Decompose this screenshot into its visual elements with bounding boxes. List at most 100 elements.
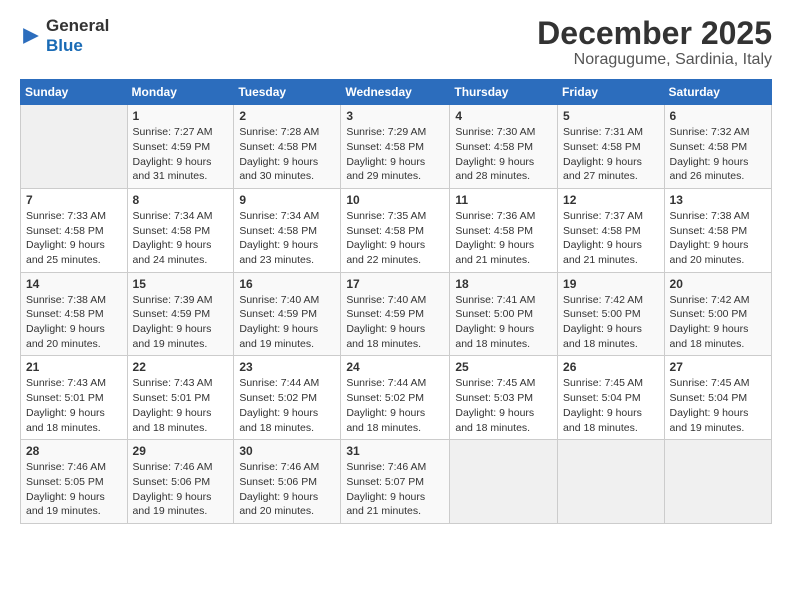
day-info: Sunrise: 7:43 AMSunset: 5:01 PMDaylight:…	[26, 376, 122, 435]
day-number: 22	[133, 360, 229, 374]
calendar-cell: 21 Sunrise: 7:43 AMSunset: 5:01 PMDayligh…	[21, 356, 128, 440]
day-number: 13	[670, 193, 766, 207]
day-number: 11	[455, 193, 552, 207]
day-info: Sunrise: 7:38 AMSunset: 4:58 PMDaylight:…	[26, 293, 122, 352]
day-number: 6	[670, 109, 766, 123]
day-number: 21	[26, 360, 122, 374]
logo: General Blue	[20, 16, 109, 55]
calendar-cell: 16 Sunrise: 7:40 AMSunset: 4:59 PMDayligh…	[234, 272, 341, 356]
day-number: 16	[239, 277, 335, 291]
day-info: Sunrise: 7:30 AMSunset: 4:58 PMDaylight:…	[455, 125, 552, 184]
day-number: 12	[563, 193, 659, 207]
day-info: Sunrise: 7:33 AMSunset: 4:58 PMDaylight:…	[26, 209, 122, 268]
calendar-cell: 7 Sunrise: 7:33 AMSunset: 4:58 PMDaylight…	[21, 188, 128, 272]
day-info: Sunrise: 7:29 AMSunset: 4:58 PMDaylight:…	[346, 125, 444, 184]
calendar-cell: 17 Sunrise: 7:40 AMSunset: 4:59 PMDayligh…	[341, 272, 450, 356]
day-info: Sunrise: 7:32 AMSunset: 4:58 PMDaylight:…	[670, 125, 766, 184]
calendar-cell	[664, 440, 771, 524]
day-number: 17	[346, 277, 444, 291]
day-info: Sunrise: 7:46 AMSunset: 5:05 PMDaylight:…	[26, 460, 122, 519]
weekday-header-sunday: Sunday	[21, 80, 128, 105]
day-info: Sunrise: 7:44 AMSunset: 5:02 PMDaylight:…	[239, 376, 335, 435]
calendar-cell	[450, 440, 558, 524]
calendar-table: SundayMondayTuesdayWednesdayThursdayFrid…	[20, 79, 772, 524]
calendar-week-row: 7 Sunrise: 7:33 AMSunset: 4:58 PMDaylight…	[21, 188, 772, 272]
day-number: 20	[670, 277, 766, 291]
calendar-cell: 14 Sunrise: 7:38 AMSunset: 4:58 PMDayligh…	[21, 272, 128, 356]
logo-general: General	[46, 16, 109, 36]
day-number: 2	[239, 109, 335, 123]
page: General Blue December 2025 Noragugume, S…	[0, 0, 792, 612]
calendar-cell: 8 Sunrise: 7:34 AMSunset: 4:58 PMDaylight…	[127, 188, 234, 272]
calendar-cell: 22Sunrise: 7:43 AMSunset: 5:01 PMDayligh…	[127, 356, 234, 440]
calendar-week-row: 1 Sunrise: 7:27 AMSunset: 4:59 PMDaylight…	[21, 105, 772, 189]
day-info: Sunrise: 7:40 AMSunset: 4:59 PMDaylight:…	[346, 293, 444, 352]
day-info: Sunrise: 7:46 AMSunset: 5:06 PMDaylight:…	[239, 460, 335, 519]
day-number: 4	[455, 109, 552, 123]
calendar-cell: 25 Sunrise: 7:45 AMSunset: 5:03 PMDayligh…	[450, 356, 558, 440]
calendar-week-row: 28Sunrise: 7:46 AMSunset: 5:05 PMDayligh…	[21, 440, 772, 524]
calendar-cell: 27 Sunrise: 7:45 AMSunset: 5:04 PMDayligh…	[664, 356, 771, 440]
day-number: 19	[563, 277, 659, 291]
day-number: 9	[239, 193, 335, 207]
day-info: Sunrise: 7:45 AMSunset: 5:04 PMDaylight:…	[670, 376, 766, 435]
day-info: Sunrise: 7:39 AMSunset: 4:59 PMDaylight:…	[133, 293, 229, 352]
day-info: Sunrise: 7:42 AMSunset: 5:00 PMDaylight:…	[670, 293, 766, 352]
calendar-cell: 9 Sunrise: 7:34 AMSunset: 4:58 PMDaylight…	[234, 188, 341, 272]
day-number: 14	[26, 277, 122, 291]
calendar-cell: 12 Sunrise: 7:37 AMSunset: 4:58 PMDayligh…	[558, 188, 665, 272]
day-info: Sunrise: 7:35 AMSunset: 4:58 PMDaylight:…	[346, 209, 444, 268]
weekday-header-wednesday: Wednesday	[341, 80, 450, 105]
calendar-cell: 23 Sunrise: 7:44 AMSunset: 5:02 PMDayligh…	[234, 356, 341, 440]
day-number: 8	[133, 193, 229, 207]
day-info: Sunrise: 7:34 AMSunset: 4:58 PMDaylight:…	[133, 209, 229, 268]
day-info: Sunrise: 7:45 AMSunset: 5:04 PMDaylight:…	[563, 376, 659, 435]
logo-text: General Blue	[46, 16, 109, 55]
weekday-header-tuesday: Tuesday	[234, 80, 341, 105]
calendar-cell	[21, 105, 128, 189]
day-info: Sunrise: 7:38 AMSunset: 4:58 PMDaylight:…	[670, 209, 766, 268]
calendar-cell: 5 Sunrise: 7:31 AMSunset: 4:58 PMDaylight…	[558, 105, 665, 189]
day-info: Sunrise: 7:45 AMSunset: 5:03 PMDaylight:…	[455, 376, 552, 435]
calendar-cell: 28Sunrise: 7:46 AMSunset: 5:05 PMDayligh…	[21, 440, 128, 524]
day-number: 27	[670, 360, 766, 374]
calendar-cell: 10 Sunrise: 7:35 AMSunset: 4:58 PMDayligh…	[341, 188, 450, 272]
calendar-cell: 31 Sunrise: 7:46 AMSunset: 5:07 PMDayligh…	[341, 440, 450, 524]
calendar-cell: 29Sunrise: 7:46 AMSunset: 5:06 PMDayligh…	[127, 440, 234, 524]
day-number: 31	[346, 444, 444, 458]
weekday-header-row: SundayMondayTuesdayWednesdayThursdayFrid…	[21, 80, 772, 105]
day-info: Sunrise: 7:28 AMSunset: 4:58 PMDaylight:…	[239, 125, 335, 184]
day-info: Sunrise: 7:46 AMSunset: 5:07 PMDaylight:…	[346, 460, 444, 519]
day-info: Sunrise: 7:31 AMSunset: 4:58 PMDaylight:…	[563, 125, 659, 184]
day-info: Sunrise: 7:37 AMSunset: 4:58 PMDaylight:…	[563, 209, 659, 268]
calendar-cell: 11 Sunrise: 7:36 AMSunset: 4:58 PMDayligh…	[450, 188, 558, 272]
calendar-cell: 2 Sunrise: 7:28 AMSunset: 4:58 PMDaylight…	[234, 105, 341, 189]
day-number: 7	[26, 193, 122, 207]
calendar-week-row: 14 Sunrise: 7:38 AMSunset: 4:58 PMDayligh…	[21, 272, 772, 356]
calendar-cell: 4 Sunrise: 7:30 AMSunset: 4:58 PMDaylight…	[450, 105, 558, 189]
day-number: 10	[346, 193, 444, 207]
logo-icon	[20, 25, 42, 47]
calendar-cell: 18Sunrise: 7:41 AMSunset: 5:00 PMDayligh…	[450, 272, 558, 356]
day-number: 29	[133, 444, 229, 458]
day-info: Sunrise: 7:42 AMSunset: 5:00 PMDaylight:…	[563, 293, 659, 352]
weekday-header-saturday: Saturday	[664, 80, 771, 105]
day-number: 25	[455, 360, 552, 374]
weekday-header-thursday: Thursday	[450, 80, 558, 105]
day-number: 3	[346, 109, 444, 123]
day-info: Sunrise: 7:36 AMSunset: 4:58 PMDaylight:…	[455, 209, 552, 268]
header: General Blue December 2025 Noragugume, S…	[20, 16, 772, 69]
day-number: 1	[133, 109, 229, 123]
day-number: 5	[563, 109, 659, 123]
calendar-cell: 13 Sunrise: 7:38 AMSunset: 4:58 PMDayligh…	[664, 188, 771, 272]
day-info: Sunrise: 7:34 AMSunset: 4:58 PMDaylight:…	[239, 209, 335, 268]
calendar-cell: 30 Sunrise: 7:46 AMSunset: 5:06 PMDayligh…	[234, 440, 341, 524]
calendar-cell: 15Sunrise: 7:39 AMSunset: 4:59 PMDayligh…	[127, 272, 234, 356]
day-number: 23	[239, 360, 335, 374]
day-info: Sunrise: 7:41 AMSunset: 5:00 PMDaylight:…	[455, 293, 552, 352]
calendar-cell: 24Sunrise: 7:44 AMSunset: 5:02 PMDayligh…	[341, 356, 450, 440]
calendar-cell: 19 Sunrise: 7:42 AMSunset: 5:00 PMDayligh…	[558, 272, 665, 356]
day-info: Sunrise: 7:40 AMSunset: 4:59 PMDaylight:…	[239, 293, 335, 352]
day-info: Sunrise: 7:27 AMSunset: 4:59 PMDaylight:…	[133, 125, 229, 184]
day-number: 30	[239, 444, 335, 458]
